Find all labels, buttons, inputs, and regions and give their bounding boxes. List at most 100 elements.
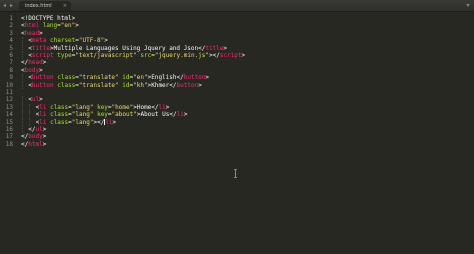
code-token: > xyxy=(183,111,188,119)
line-number[interactable]: 17 xyxy=(0,133,13,140)
code-token: "kh" xyxy=(133,81,148,89)
code-line[interactable]: <html lang="en"> xyxy=(21,22,79,29)
code-token: > xyxy=(42,140,47,148)
nav-back-icon[interactable]: ◂ xyxy=(2,1,7,10)
indent-guide xyxy=(22,126,23,134)
code-token: head xyxy=(28,59,43,67)
code-token: ></ xyxy=(209,52,220,59)
code-line[interactable]: <button class="translate" id="kh">Khmer<… xyxy=(28,82,202,89)
code-token: src xyxy=(140,52,152,59)
indent-guide xyxy=(22,52,23,60)
vertical-scrollbar[interactable] xyxy=(467,12,474,254)
code-token: class xyxy=(57,81,76,89)
line-number[interactable]: 7 xyxy=(0,59,13,66)
tab-index-html[interactable]: index.html × xyxy=(19,1,71,11)
line-number[interactable]: 18 xyxy=(0,141,13,148)
indent-guide xyxy=(22,81,23,89)
code-line[interactable]: <ul> xyxy=(28,96,42,103)
code-token: id xyxy=(122,74,130,82)
code-token: class xyxy=(50,118,69,126)
code-token: body xyxy=(28,133,43,141)
code-line[interactable]: <!DOCTYPE html> xyxy=(21,15,75,22)
indent-guide xyxy=(22,103,23,112)
code-token: id xyxy=(122,81,130,89)
code-token: class xyxy=(57,74,76,82)
code-token: li xyxy=(158,103,166,111)
code-token: head xyxy=(24,29,40,37)
code-token: button xyxy=(31,81,54,89)
tab-overflow-icon[interactable]: ▾ xyxy=(465,1,471,10)
code-token: ul xyxy=(35,126,43,133)
line-number[interactable]: 1 xyxy=(0,15,13,22)
code-token: html xyxy=(24,22,40,30)
code-token: >English</ xyxy=(147,74,184,82)
line-number[interactable]: 16 xyxy=(0,126,13,133)
code-token: button xyxy=(176,81,199,89)
code-line[interactable]: </ul> xyxy=(28,126,46,133)
line-number[interactable]: 13 xyxy=(0,104,13,111)
line-number[interactable]: 6 xyxy=(0,52,13,59)
code-line[interactable]: <title>Multiple Languages Using Jquery a… xyxy=(28,45,227,52)
tab-close-icon[interactable]: × xyxy=(63,3,71,9)
indent-guide xyxy=(22,44,23,52)
code-line[interactable]: </html> xyxy=(21,141,46,148)
line-number[interactable]: 3 xyxy=(0,30,13,37)
code-token: class xyxy=(50,111,69,119)
code-token: button xyxy=(183,74,206,82)
code-token: "translate" xyxy=(78,74,119,82)
code-token: </ xyxy=(28,126,36,133)
indent-guide xyxy=(29,103,31,112)
code-line[interactable]: </body> xyxy=(21,133,46,140)
code-token: "UTF-8" xyxy=(78,37,105,45)
line-number[interactable]: 12 xyxy=(0,96,13,103)
code-token: >Khmer</ xyxy=(147,81,177,89)
code-token: > xyxy=(223,44,228,52)
code-text-area[interactable]: <!DOCTYPE html> <html lang="en"> <head> <me… xyxy=(21,12,461,254)
code-token: > xyxy=(198,81,202,89)
line-number[interactable]: 8 xyxy=(0,67,13,74)
code-token: > xyxy=(39,29,43,37)
indent-guide xyxy=(22,118,23,126)
tab-bar: ◂ ▸ index.html × ▾ xyxy=(0,0,474,12)
code-line[interactable]: <button class="translate" id="en">Englis… xyxy=(28,74,209,81)
code-line[interactable]: <body> xyxy=(21,67,43,74)
code-line[interactable]: </head> xyxy=(21,59,46,66)
code-token: > xyxy=(42,59,47,67)
indent-guide xyxy=(22,96,23,104)
code-line[interactable]: <li class="lang" key="about">About Us</l… xyxy=(36,111,188,118)
line-number[interactable]: 4 xyxy=(0,37,13,44)
code-line[interactable]: <script type="text/javascript" src="jque… xyxy=(28,52,245,59)
code-token: "lang" xyxy=(71,111,94,119)
code-token: li xyxy=(105,118,113,126)
code-token: li xyxy=(176,111,184,119)
code-token: </ xyxy=(97,118,105,126)
line-number[interactable]: 15 xyxy=(0,119,13,126)
line-number[interactable]: 5 xyxy=(0,45,13,52)
code-token: script xyxy=(31,52,54,59)
code-line[interactable]: <meta charset="UTF-8"> xyxy=(28,37,108,44)
line-number[interactable]: 10 xyxy=(0,82,13,89)
code-line[interactable]: <head> xyxy=(21,30,43,37)
nav-forward-icon[interactable]: ▸ xyxy=(9,1,14,10)
code-token: "about" xyxy=(111,111,137,119)
code-line[interactable]: <li class="lang"></li> xyxy=(36,119,117,126)
indent-guide xyxy=(29,118,31,126)
code-token: >Home</ xyxy=(133,103,159,111)
tab-title: index.html xyxy=(25,3,52,9)
line-number[interactable]: 2 xyxy=(0,22,13,29)
code-token: > xyxy=(165,103,170,111)
code-token: body xyxy=(24,66,40,74)
line-number[interactable]: 11 xyxy=(0,89,13,96)
code-token: "en" xyxy=(60,22,76,30)
code-token: >Multiple Languages Using Jquery and Jso… xyxy=(49,44,206,52)
line-number[interactable]: 9 xyxy=(0,74,13,81)
code-line[interactable]: <li class="lang" key="home">Home</li> xyxy=(36,104,170,111)
code-token: key xyxy=(97,111,108,119)
code-token: charset xyxy=(50,37,76,45)
code-token: html xyxy=(28,140,43,148)
code-token: > xyxy=(42,126,47,133)
code-token: >About Us</ xyxy=(136,111,177,119)
indent-guide xyxy=(22,37,23,45)
line-number-gutter[interactable]: 1 2 3 4 5 6 7 8 9 10 11 12 13 14 15 16 17 18 xyxy=(0,12,17,254)
line-number[interactable]: 14 xyxy=(0,111,13,118)
